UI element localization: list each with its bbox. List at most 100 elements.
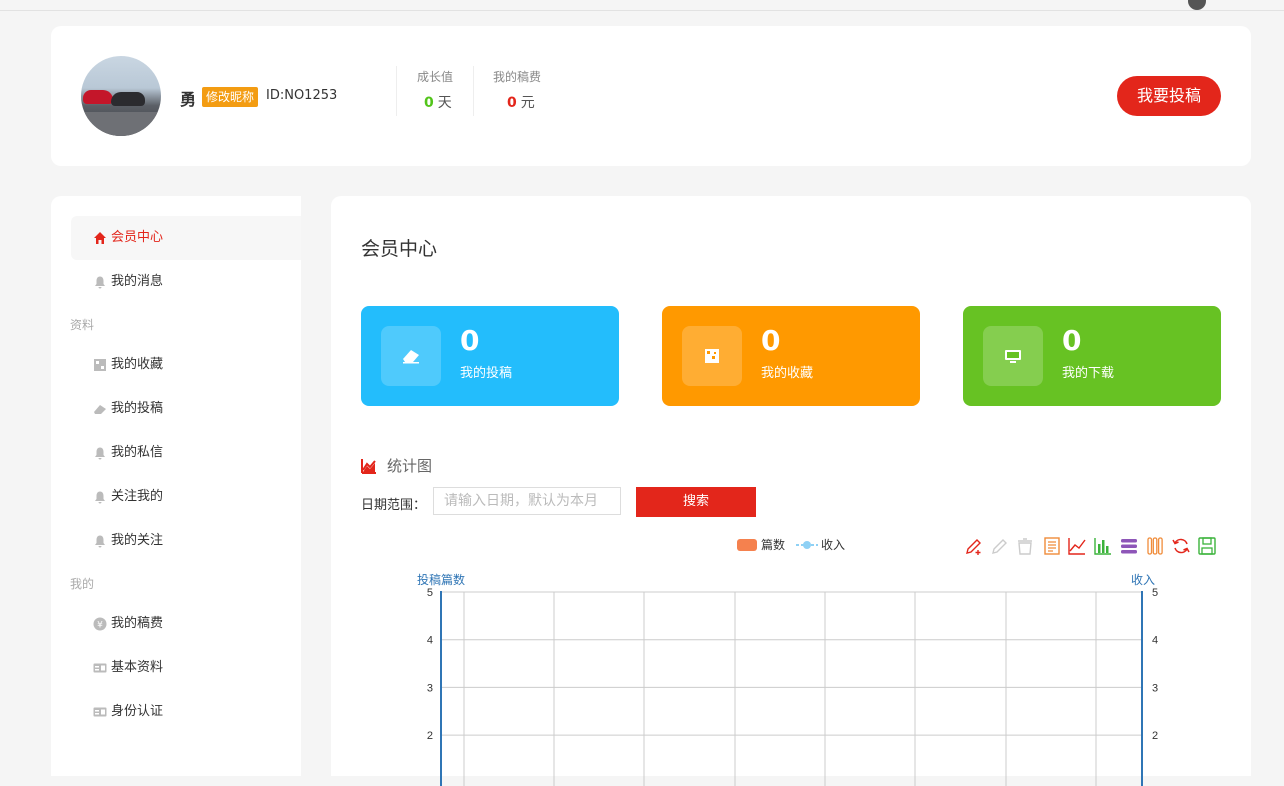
y-tick-label-left: 5 xyxy=(427,587,433,599)
growth-unit: 天 xyxy=(437,95,452,111)
y-tick-label-right: 4 xyxy=(1152,635,1158,647)
legend-label: 收入 xyxy=(821,538,846,552)
growth-number: 0 xyxy=(424,95,434,111)
sidebar-item-label: 我的关注 xyxy=(111,533,164,548)
id-card-icon xyxy=(93,707,107,717)
id-card-icon xyxy=(93,663,107,673)
y-axis-title-left: 投稿篇数 xyxy=(417,572,465,587)
growth-label: 成长值 xyxy=(417,70,454,84)
y-tick-label-right: 3 xyxy=(1152,682,1158,694)
bell-icon xyxy=(95,491,105,504)
card-value: 0 xyxy=(460,324,480,357)
legend-label: 篇数 xyxy=(761,538,786,552)
card-icon-box xyxy=(682,326,742,386)
sidebar-item-label: 我的稿费 xyxy=(111,616,164,631)
collection-icon xyxy=(705,349,719,363)
main-panel: 会员中心 0 我的投稿 0 我的收藏 0 我的下载 统计图 日期范围： 请输入日… xyxy=(331,196,1251,786)
sidebar-item-label: 身份认证 xyxy=(111,704,164,719)
home-icon xyxy=(94,232,106,244)
bell-icon xyxy=(95,276,105,289)
data-view-icon[interactable] xyxy=(1042,536,1062,556)
sidebar-item-label: 我的消息 xyxy=(111,274,164,289)
eraser-icon xyxy=(94,405,106,414)
sidebar-item-label: 基本资料 xyxy=(111,660,164,675)
date-range-label: 日期范围： xyxy=(361,498,427,513)
line-chart-icon xyxy=(361,459,376,474)
bell-icon xyxy=(95,535,105,548)
legend-swatch xyxy=(796,541,818,549)
monitor-icon xyxy=(1005,350,1021,363)
fee-number: 0 xyxy=(507,95,517,111)
bell-icon xyxy=(95,447,105,460)
pen-add-icon[interactable] xyxy=(964,536,984,556)
legend-item-articles[interactable]: 篇数 xyxy=(737,536,785,553)
user-name: 勇 xyxy=(180,90,197,109)
fee-label: 我的稿费 xyxy=(493,70,542,84)
collection-icon xyxy=(94,359,106,371)
search-button[interactable]: 搜索 xyxy=(636,487,756,517)
divider xyxy=(396,66,397,116)
pen-icon[interactable] xyxy=(990,536,1010,556)
card-icon-box xyxy=(381,326,441,386)
sidebar-item-identity[interactable]: 身份认证 xyxy=(71,690,301,734)
sidebar-item-fees[interactable]: ¥ 我的稿费 xyxy=(71,602,301,646)
divider xyxy=(473,66,474,116)
page-title: 会员中心 xyxy=(361,238,438,260)
stats-title: 统计图 xyxy=(387,457,433,475)
card-label: 我的下载 xyxy=(1062,366,1115,381)
sidebar-item-label: 我的私信 xyxy=(111,445,164,460)
refresh-icon[interactable] xyxy=(1171,536,1191,556)
stat-card-downloads[interactable]: 0 我的下载 xyxy=(963,306,1221,406)
sidebar-item-private-messages[interactable]: 我的私信 xyxy=(71,431,301,475)
sidebar-item-collection[interactable]: 我的收藏 xyxy=(71,343,301,387)
sidebar-item-submissions[interactable]: 我的投稿 xyxy=(71,387,301,431)
sidebar-item-followers[interactable]: 关注我的 xyxy=(71,475,301,519)
stats-chart: 投稿篇数 收入 2 2 3 3 4 4 5 5 xyxy=(417,572,1158,786)
y-tick-label-left: 2 xyxy=(427,730,433,742)
y-tick-label-right: 2 xyxy=(1152,730,1158,742)
stack-icon[interactable] xyxy=(1119,536,1139,556)
legend-item-income[interactable]: 收入 xyxy=(796,536,845,553)
card-value: 0 xyxy=(761,324,781,357)
coin-icon: ¥ xyxy=(93,617,107,631)
card-label: 我的收藏 xyxy=(761,366,814,381)
fee-unit: 元 xyxy=(520,95,535,111)
sidebar-item-label: 我的投稿 xyxy=(111,401,164,416)
card-label: 我的投稿 xyxy=(460,366,513,381)
bar-chart-icon[interactable] xyxy=(1093,536,1113,556)
card-icon-box xyxy=(983,326,1043,386)
stat-card-submissions[interactable]: 0 我的投稿 xyxy=(361,306,619,406)
date-range-input[interactable]: 请输入日期，默认为本月 xyxy=(433,487,621,515)
sidebar-item-basic-info[interactable]: 基本资料 xyxy=(71,646,301,690)
card-value: 0 xyxy=(1062,324,1082,357)
stat-card-collection[interactable]: 0 我的收藏 xyxy=(662,306,920,406)
sidebar-group-profile: 资料 xyxy=(70,318,95,332)
growth-value: 0天 xyxy=(424,92,452,112)
y-axis-title-right: 收入 xyxy=(1131,573,1155,587)
sidebar-item-label: 会员中心 xyxy=(111,230,164,245)
sidebar-item-label: 我的收藏 xyxy=(111,357,164,372)
svg-text:¥: ¥ xyxy=(97,621,103,631)
sidebar-item-following[interactable]: 我的关注 xyxy=(71,519,301,563)
sidebar-item-member-center[interactable]: 会员中心 xyxy=(71,216,301,260)
save-icon[interactable] xyxy=(1197,536,1217,556)
user-id: ID:NO1253 xyxy=(266,88,338,103)
y-tick-label-left: 4 xyxy=(427,635,433,647)
eraser-icon xyxy=(403,350,419,364)
tiled-icon[interactable] xyxy=(1145,536,1165,556)
line-chart-icon[interactable] xyxy=(1067,536,1087,556)
sidebar-item-label: 关注我的 xyxy=(111,489,164,504)
y-tick-label-left: 3 xyxy=(427,682,433,694)
edit-nickname-button[interactable]: 修改昵称 xyxy=(202,87,259,107)
profile-header: 勇 修改昵称 ID:NO1253 成长值 0天 我的稿费 0元 我要投稿 xyxy=(51,26,1251,166)
y-tick-label-right: 5 xyxy=(1152,587,1158,599)
fee-value: 0元 xyxy=(507,92,535,112)
submit-article-button[interactable]: 我要投稿 xyxy=(1117,76,1221,116)
sidebar: 会员中心 我的消息 资料 我的收藏 我的投稿 我的私信 关注我的 我的关注 我的… xyxy=(51,196,301,776)
top-bar xyxy=(0,0,1284,11)
avatar[interactable] xyxy=(81,56,161,136)
legend-swatch xyxy=(737,539,757,551)
eraser-icon[interactable] xyxy=(1015,536,1035,556)
sidebar-item-messages[interactable]: 我的消息 xyxy=(71,260,301,304)
sidebar-group-mine: 我的 xyxy=(70,577,95,591)
